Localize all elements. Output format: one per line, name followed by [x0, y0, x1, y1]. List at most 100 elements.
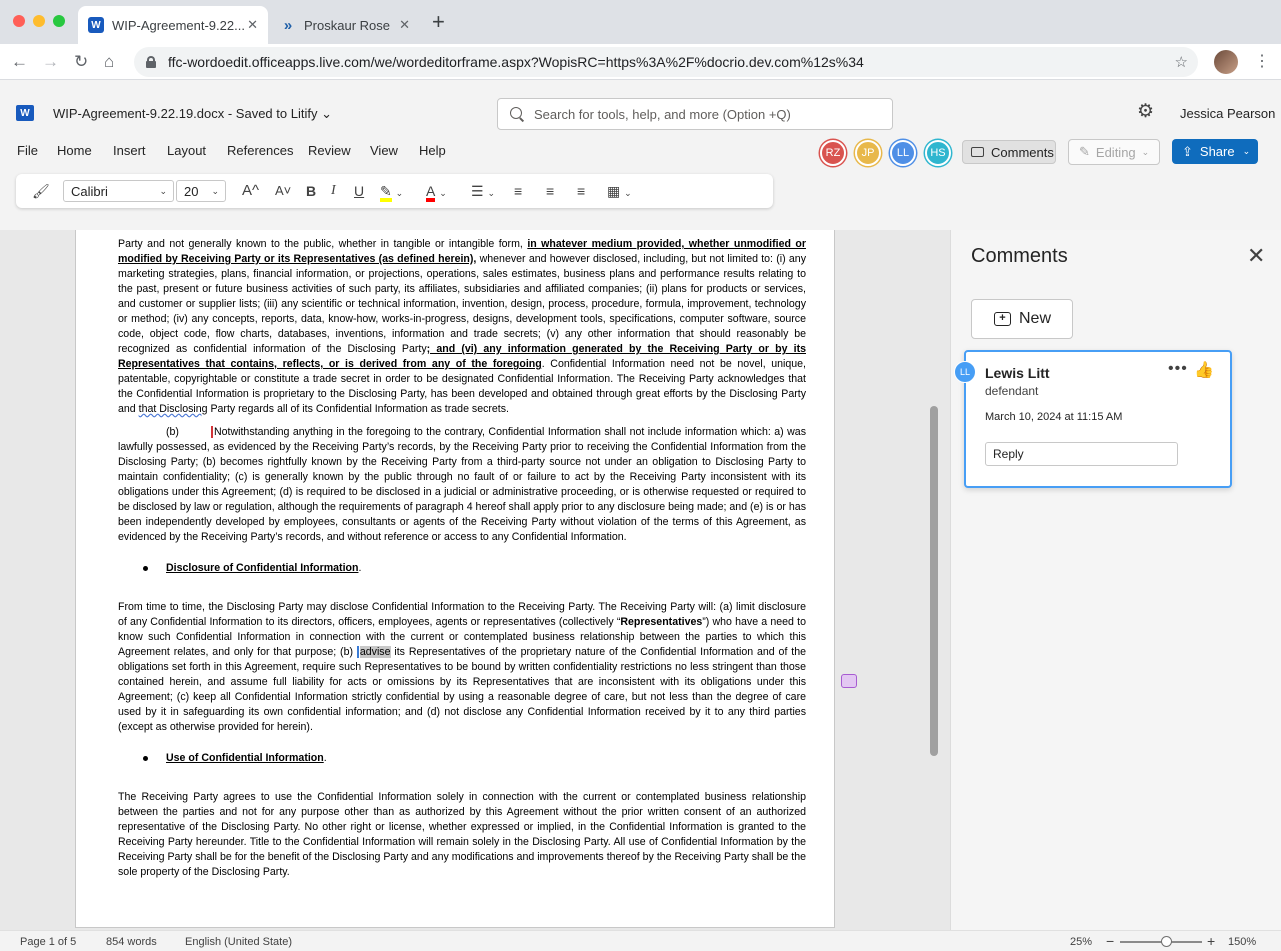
editing-mode-button[interactable]: ✎ Editing ⌄: [1068, 139, 1160, 165]
collaborator-avatar-rz[interactable]: RZ: [820, 140, 846, 166]
grow-font-button[interactable]: A^: [242, 181, 259, 201]
thumbs-up-icon[interactable]: 👍: [1194, 360, 1214, 380]
tab-view[interactable]: View: [370, 143, 398, 158]
tab-title: WIP-Agreement-9.22...: [112, 17, 245, 33]
collaborator-avatar-hs[interactable]: HS: [925, 140, 951, 166]
search-box[interactable]: Search for tools, help, and more (Option…: [497, 98, 893, 130]
share-button[interactable]: ⇪ Share ⌄: [1172, 139, 1258, 164]
tab-file[interactable]: File: [17, 143, 38, 158]
zoom-slider-handle[interactable]: [1161, 936, 1172, 947]
align-left-icon[interactable]: ≡: [514, 181, 522, 201]
comment-marker-icon[interactable]: [841, 674, 857, 688]
avatar: LL: [954, 361, 976, 383]
zoom-level-left: 25%: [1070, 936, 1093, 948]
highlighter-icon: ✎: [380, 184, 392, 202]
collaborator-avatar-ll[interactable]: LL: [890, 140, 916, 166]
document-page[interactable]: Party and not generally known to the pub…: [75, 230, 835, 928]
address-bar[interactable]: ffc-wordoedit.officeapps.live.com/we/wor…: [134, 47, 1198, 77]
highlight-color-button[interactable]: ✎ ⌄: [380, 181, 403, 203]
italic-button[interactable]: I: [331, 181, 336, 201]
chevron-down-icon: ⌄: [211, 185, 219, 196]
url-text: ffc-wordoedit.officeapps.live.com/we/wor…: [168, 54, 864, 70]
document-body[interactable]: Party and not generally known to the pub…: [118, 230, 806, 880]
tab-help[interactable]: Help: [419, 143, 446, 158]
zoom-level-right: 150%: [1228, 936, 1257, 948]
paragraph-confidential-info[interactable]: Party and not generally known to the pub…: [118, 237, 806, 417]
align-right-icon[interactable]: ≡: [577, 181, 585, 201]
reply-input[interactable]: Reply: [985, 442, 1178, 466]
tab-references[interactable]: References: [227, 143, 293, 158]
comment-date: March 10, 2024 at 11:15 AM: [985, 411, 1123, 423]
format-painter-icon[interactable]: 🖌: [32, 181, 50, 201]
document-scrollbar[interactable]: [930, 406, 938, 756]
font-size-select[interactable]: 20 ⌄: [176, 180, 226, 202]
tab-layout[interactable]: Layout: [167, 143, 206, 158]
paragraph-use[interactable]: The Receiving Party agrees to use the Co…: [118, 790, 806, 880]
user-name[interactable]: Jessica Pearson: [1180, 106, 1275, 121]
shrink-font-button[interactable]: A˅: [275, 181, 291, 201]
comment-text: defendant: [985, 384, 1039, 398]
close-icon[interactable]: ✕: [1247, 244, 1265, 268]
font-name-select[interactable]: Calibri ⌄: [63, 180, 174, 202]
word-header: W WIP-Agreement-9.22.19.docx - Saved to …: [0, 80, 1281, 230]
close-icon[interactable]: ✕: [247, 17, 258, 33]
reload-icon[interactable]: ↻: [74, 52, 88, 72]
comments-button[interactable]: Comments: [962, 140, 1056, 164]
tab-review[interactable]: Review: [308, 143, 351, 158]
window-maximize-button[interactable]: [53, 15, 65, 27]
chevron-down-icon: ⌄: [395, 188, 404, 198]
bullet-dot: [143, 756, 148, 761]
window-minimize-button[interactable]: [33, 15, 45, 27]
share-icon: ⇪: [1182, 143, 1193, 159]
tab-home[interactable]: Home: [57, 143, 92, 158]
word-count: 854 words: [106, 936, 157, 948]
language-status[interactable]: English (United State): [185, 936, 292, 948]
document-canvas[interactable]: Party and not generally known to the pub…: [0, 230, 950, 930]
commented-text[interactable]: advise: [359, 646, 391, 658]
new-tab-button[interactable]: +: [432, 11, 445, 33]
browser-tab-word[interactable]: W WIP-Agreement-9.22... ✕: [78, 6, 268, 44]
borders-button[interactable]: ▦ ⌄: [607, 181, 632, 203]
chevron-down-icon: ⌄: [159, 185, 167, 196]
comments-pane: Comments ✕ + New LL Lewis Litt defendant…: [950, 230, 1281, 930]
bullet-dot: [143, 566, 148, 571]
close-icon[interactable]: ✕: [399, 17, 410, 33]
paragraph-disclosure[interactable]: From time to time, the Disclosing Party …: [118, 600, 806, 735]
ribbon-toolbar: 🖌 Calibri ⌄ 20 ⌄ A^ A˅ B I U ✎ ⌄ A ⌄ ☰ ⌄…: [16, 174, 773, 208]
browser-tab-bar: W WIP-Agreement-9.22... ✕ » Proskaur Ros…: [0, 0, 1281, 44]
gear-icon[interactable]: ⚙: [1137, 102, 1154, 122]
bullet-list-icon: ☰: [471, 183, 484, 199]
more-vertical-icon[interactable]: ⋮: [1254, 51, 1270, 71]
bullet-list-button[interactable]: ☰ ⌄: [471, 181, 495, 203]
back-arrow-icon[interactable]: ←: [11, 52, 28, 72]
tab-title: Proskaur Rose: [304, 17, 390, 33]
paragraph-exclusions[interactable]: (b) Notwithstanding anything in the foreg…: [118, 425, 806, 545]
bold-button[interactable]: B: [306, 181, 316, 201]
search-placeholder: Search for tools, help, and more (Option…: [534, 106, 791, 122]
zoom-in-button[interactable]: +: [1207, 933, 1215, 949]
chevron-down-icon: ⌄: [624, 188, 632, 198]
chevron-down-icon: ⌄: [487, 188, 495, 198]
window-close-button[interactable]: [13, 15, 25, 27]
zoom-out-button[interactable]: −: [1106, 933, 1114, 949]
chevron-down-icon: ⌄: [439, 188, 447, 198]
browser-tab-proskaur[interactable]: » Proskaur Rose ✕: [270, 6, 420, 44]
section-heading-use[interactable]: Use of Confidential Information.: [118, 751, 806, 766]
collaborator-avatar-jp[interactable]: JP: [855, 140, 881, 166]
document-title[interactable]: WIP-Agreement-9.22.19.docx - Saved to Li…: [53, 106, 332, 122]
underline-button[interactable]: U: [354, 181, 364, 201]
star-icon[interactable]: ☆: [1175, 53, 1188, 71]
word-icon: W: [88, 17, 104, 33]
home-icon[interactable]: ⌂: [104, 52, 114, 72]
comment-card[interactable]: LL Lewis Litt defendant March 10, 2024 a…: [954, 350, 1232, 488]
more-options-icon[interactable]: •••: [1168, 360, 1188, 378]
section-heading-disclosure[interactable]: Disclosure of Confidential Information.: [118, 561, 806, 576]
profile-avatar[interactable]: [1214, 50, 1238, 74]
align-center-icon[interactable]: ≡: [546, 181, 554, 201]
tab-insert[interactable]: Insert: [113, 143, 146, 158]
lock-icon: [146, 56, 156, 68]
forward-arrow-icon[interactable]: →: [42, 52, 59, 72]
collaborator-cursor: [356, 646, 359, 659]
new-comment-button[interactable]: + New: [971, 299, 1073, 339]
font-color-button[interactable]: A ⌄: [426, 181, 447, 203]
